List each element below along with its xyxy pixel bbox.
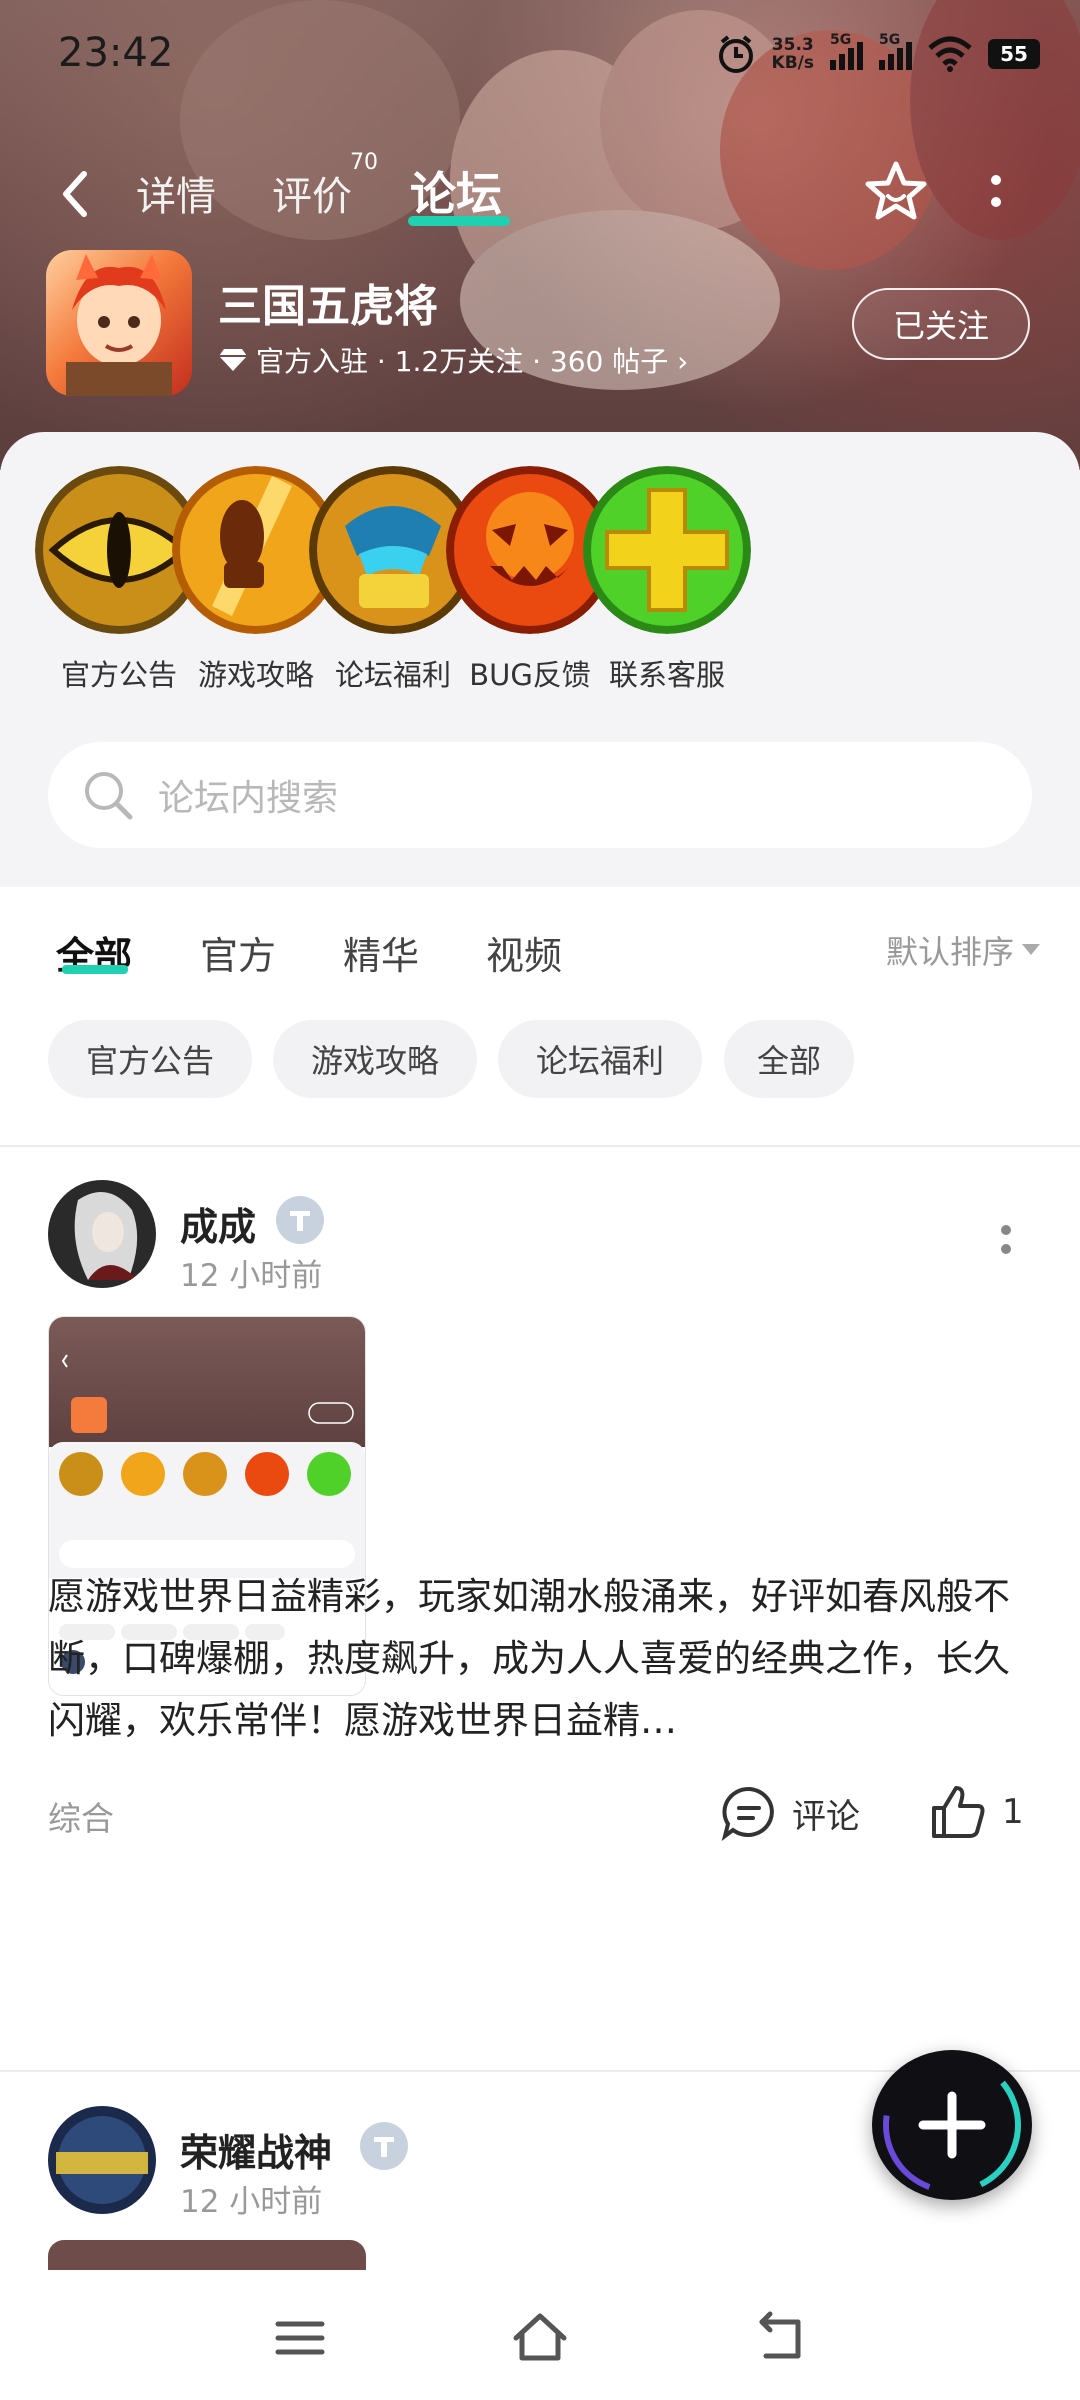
more-vertical-icon[interactable] <box>1000 1224 1012 1274</box>
chevron-left-icon[interactable] <box>56 164 96 224</box>
post-footer: 综合 评论 1 <box>48 1784 1038 1844</box>
avatar[interactable] <box>48 1180 156 1288</box>
post-tag[interactable]: 综合 <box>48 1792 114 1840</box>
battery-indicator: 55 <box>988 39 1040 69</box>
status-time: 23:42 <box>58 30 174 76</box>
like-button[interactable]: 1 <box>930 1784 1024 1840</box>
post-username[interactable]: 成成 <box>180 1196 256 1251</box>
chip-all[interactable]: 全部 <box>724 1020 854 1098</box>
game-meta[interactable]: 官方入驻 · 1.2万关注 · 360 帖子 › <box>218 340 688 380</box>
alarm-icon <box>718 35 753 73</box>
tab-underline <box>408 216 510 226</box>
game-character-image <box>66 254 172 396</box>
reviews-count: 70 <box>350 150 378 175</box>
game-title: 三国五虎将 <box>218 281 438 332</box>
home-icon[interactable] <box>512 2310 568 2366</box>
status-bar: 23:42 35.3 KB/s 5G 5G 55 <box>0 0 1080 110</box>
game-info: 三国五虎将 官方入驻 · 1.2万关注 · 360 帖子 › 已关注 <box>46 250 1046 400</box>
forum-sheet: 官方公告 游戏攻略 论坛福利 BUG反馈 联系客服 论坛内搜索 <box>0 432 1080 887</box>
game-icon[interactable] <box>46 250 192 396</box>
caret-down-icon <box>1022 944 1040 955</box>
chip-forum-benefits[interactable]: 论坛福利 <box>498 1020 702 1098</box>
menu-icon[interactable] <box>272 2310 328 2366</box>
top-nav: 详情 评价 70 论坛 <box>0 150 1080 240</box>
search-icon <box>85 772 133 820</box>
sub-category-chips: 官方公告 游戏攻略 论坛福利 全部 <box>0 1010 1080 1100</box>
avatar[interactable] <box>48 2106 156 2214</box>
more-vertical-icon[interactable] <box>986 170 1006 220</box>
tab-forum[interactable]: 论坛 <box>410 158 502 224</box>
create-post-button[interactable] <box>872 2050 1032 2200</box>
tab-details[interactable]: 详情 <box>136 164 216 222</box>
diamond-icon <box>219 349 247 371</box>
status-icons: 35.3 KB/s 5G 5G 55 <box>716 32 1040 74</box>
sort-dropdown[interactable]: 默认排序 <box>886 927 1040 973</box>
forum-search[interactable]: 论坛内搜索 <box>48 742 1032 848</box>
chip-game-guide[interactable]: 游戏攻略 <box>273 1020 477 1098</box>
follow-button[interactable]: 已关注 <box>852 288 1030 360</box>
category-row: 官方公告 游戏攻略 论坛福利 BUG反馈 联系客服 <box>0 466 1080 706</box>
filter-tabs: 全部 官方 精华 视频 默认排序 <box>0 887 1080 992</box>
plus-icon <box>883 2056 1021 2194</box>
level-badge-icon <box>360 2122 408 2170</box>
post-time: 12 小时前 <box>180 1258 323 1294</box>
chip-official-notice[interactable]: 官方公告 <box>48 1020 252 1098</box>
net-speed: 35.3 KB/s <box>771 35 814 73</box>
forum-header: 23:42 35.3 KB/s 5G 5G 55 详情 评价 70 论坛 三国五… <box>0 0 1080 470</box>
filter-tab-video[interactable]: 视频 <box>486 925 562 980</box>
system-nav-bar <box>0 2270 1080 2400</box>
star-icon[interactable] <box>862 158 930 226</box>
comment-icon <box>721 1786 774 1841</box>
comment-button[interactable]: 评论 <box>720 1784 860 1842</box>
filter-tab-featured[interactable]: 精华 <box>343 925 419 980</box>
filter-tab-underline <box>62 965 128 974</box>
divider <box>0 1145 1080 1147</box>
back-icon[interactable] <box>752 2310 808 2366</box>
tab-reviews[interactable]: 评价 <box>272 164 352 222</box>
screenshot-header-thumbnail <box>61 1354 354 1433</box>
filter-tab-official[interactable]: 官方 <box>200 925 276 980</box>
signal-icon: 5G <box>879 32 912 70</box>
signal-icon: 5G <box>830 32 863 70</box>
post-time: 12 小时前 <box>180 2184 323 2220</box>
level-badge-icon <box>276 1196 324 1244</box>
search-input[interactable]: 论坛内搜索 <box>158 769 338 821</box>
plus-cross-icon <box>583 466 751 634</box>
post-username[interactable]: 荣耀战神 <box>180 2122 332 2177</box>
wifi-icon <box>928 36 972 72</box>
post-text[interactable]: 愿游戏世界日益精彩，玩家如潮水般涌来，好评如春风般不断，口碑爆棚，热度飙升，成为… <box>48 1566 1038 1752</box>
category-customer-service[interactable]: 联系客服 <box>572 466 762 694</box>
thumbs-up-icon <box>932 1786 985 1838</box>
